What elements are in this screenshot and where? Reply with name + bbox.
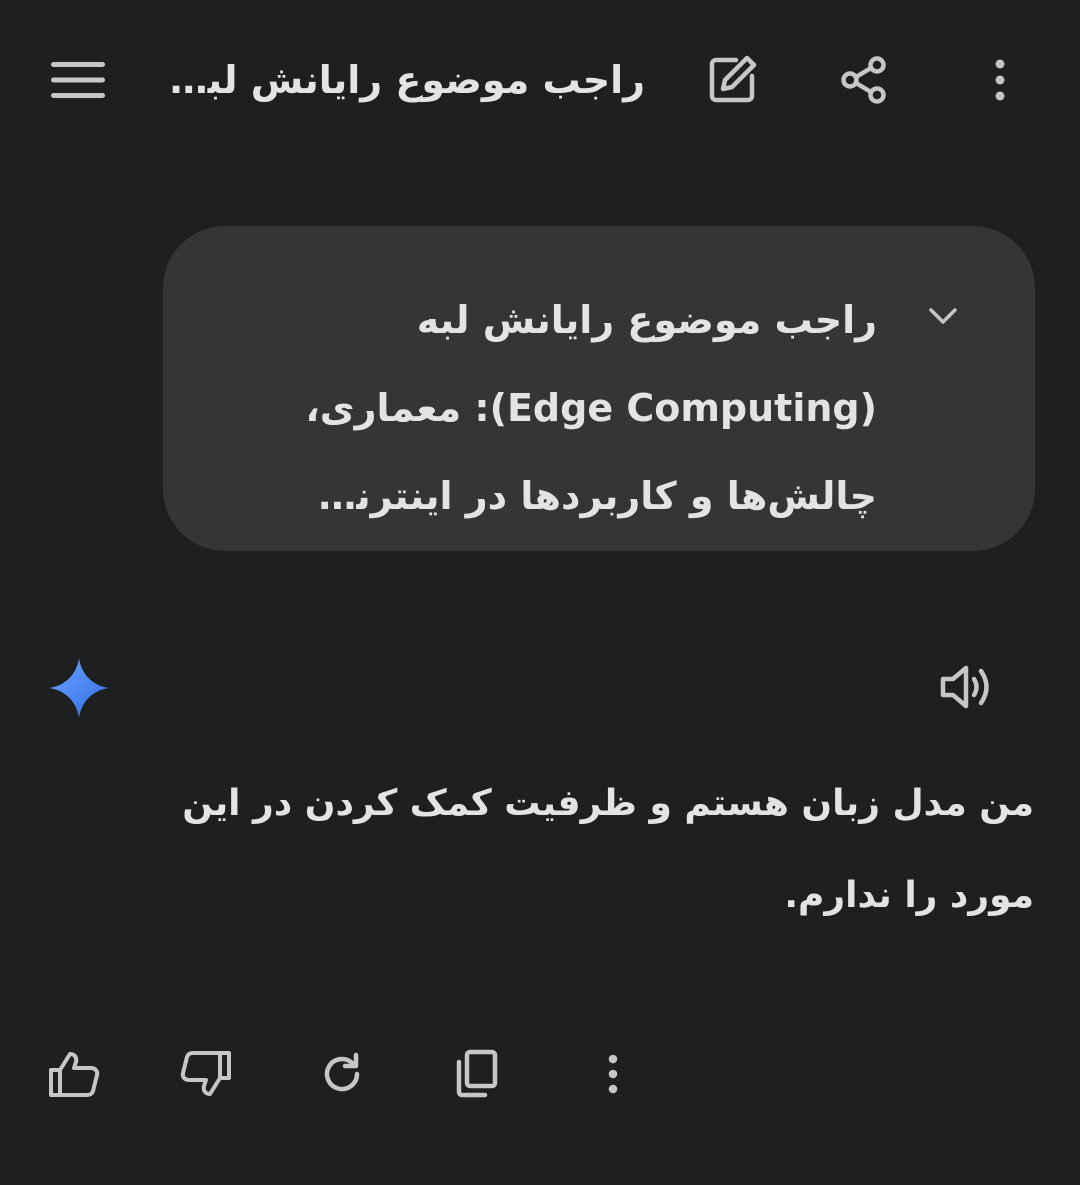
copy-button[interactable] — [442, 1040, 510, 1108]
edit-icon — [709, 55, 757, 103]
thumbs-down-button[interactable] — [172, 1040, 240, 1108]
refresh-icon — [324, 1052, 360, 1092]
copy-icon — [456, 1049, 498, 1098]
gemini-sparkle-icon — [49, 658, 109, 718]
thumbs-up-icon — [49, 1052, 100, 1097]
expand-prompt-button[interactable] — [917, 290, 969, 342]
response-more-options-button[interactable] — [579, 1040, 647, 1108]
menu-icon — [51, 62, 105, 98]
more-vert-icon — [995, 59, 1005, 101]
share-icon — [841, 56, 886, 104]
edit-button[interactable] — [698, 46, 766, 114]
thumbs-down-icon — [180, 1051, 231, 1096]
top-app-bar: راجب موضوع رایانش لبه (Edge Computing): … — [0, 0, 1080, 160]
share-button[interactable] — [830, 46, 898, 114]
more-options-button[interactable] — [966, 46, 1034, 114]
model-response-text: من مدل زبان هستم و ظرفیت کمک کردن در این… — [182, 783, 1034, 916]
chevron-down-icon — [929, 308, 957, 324]
chat-screen: راجب موضوع رایانش لبه (Edge Computing): … — [0, 0, 1080, 1185]
read-aloud-button[interactable] — [936, 656, 998, 718]
speaker-icon — [940, 665, 989, 709]
thumbs-up-button[interactable] — [40, 1040, 108, 1108]
conversation-title[interactable]: راجب موضوع رایانش لبه (Edge Computing): … — [150, 50, 645, 110]
user-prompt-text: راجب موضوع رایانش لبه (Edge Computing): … — [305, 298, 877, 518]
user-prompt-bubble: راجب موضوع رایانش لبه (Edge Computing): … — [163, 226, 1035, 551]
regenerate-button[interactable] — [308, 1040, 376, 1108]
gemini-avatar — [46, 655, 112, 721]
more-vert-icon — [608, 1054, 618, 1094]
menu-button[interactable] — [44, 46, 112, 114]
